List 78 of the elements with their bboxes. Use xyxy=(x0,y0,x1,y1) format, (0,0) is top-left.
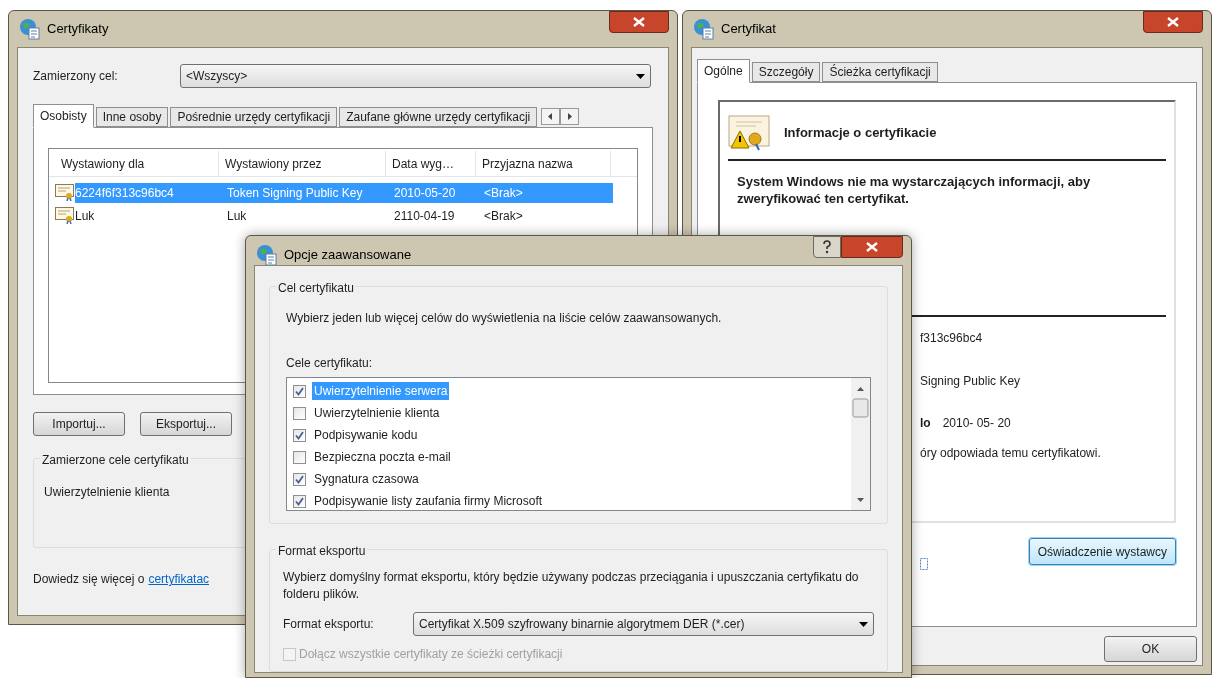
checkbox[interactable] xyxy=(293,384,306,398)
field-value: 2010- 05- 20 xyxy=(942,415,1011,432)
certificate-warning-icon xyxy=(728,115,770,151)
checkmark-icon xyxy=(295,386,304,396)
list-label: Cele certyfikatu: xyxy=(286,355,374,372)
list-item[interactable]: Sygnatura czasowa xyxy=(312,470,421,488)
button[interactable]: Eksportuj... xyxy=(140,412,232,436)
dropdown[interactable]: <Wszyscy> xyxy=(180,64,651,88)
window-title: Certyfikat xyxy=(721,20,776,39)
close-button[interactable] xyxy=(841,236,903,258)
field-value: f313c96bc4 xyxy=(920,330,983,347)
table-cell-text: <Brak> xyxy=(483,207,524,225)
close-button[interactable] xyxy=(609,11,669,33)
checkbox[interactable] xyxy=(293,472,306,486)
description-text: Wybierz jeden lub więcej celów do wyświetlenia na liście celów zaawansowanych. xyxy=(286,310,723,327)
document-icon xyxy=(920,558,928,570)
close-icon xyxy=(1167,17,1179,27)
globe-icon xyxy=(693,18,715,40)
field-label: lo xyxy=(920,415,931,432)
checkbox[interactable] xyxy=(293,406,306,420)
certificate-row[interactable]: Luk Luk 2110-04-19 <Brak> xyxy=(75,205,613,226)
warning-text: System Windows nie ma wystarczających informacji, aby zweryfikować ten certyfikat. xyxy=(737,173,1092,207)
tab-scroll-arrows-icon xyxy=(541,108,580,125)
table-cell-text: Token Signing Public Key xyxy=(226,184,364,202)
dropdown-arrow-icon xyxy=(859,621,868,627)
table-cell-text: Luk xyxy=(226,207,248,225)
tab[interactable]: Inne osoby xyxy=(95,107,169,127)
tab[interactable]: Osobisty xyxy=(33,104,94,128)
window-title: Opcje zaawansowane xyxy=(284,246,412,265)
tab[interactable]: Szczegóły xyxy=(751,62,821,82)
close-button[interactable] xyxy=(1143,11,1203,33)
button[interactable]: Importuj... xyxy=(33,412,125,436)
table-cell-text: Luk xyxy=(75,207,96,225)
window-title: Certyfikaty xyxy=(47,20,109,39)
purpose-text: Uwierzytelnienie klienta xyxy=(44,484,170,501)
checkmark-icon xyxy=(295,474,304,484)
section-title: Informacje o certyfikacie xyxy=(784,124,937,143)
table-cell-text: 2110-04-19 xyxy=(393,207,456,225)
dropdown[interactable]: Certyfikat X.509 szyfrowany binarnie algorytmem DER (*.cer) xyxy=(413,612,874,636)
button[interactable]: OK xyxy=(1104,636,1197,662)
help-button[interactable] xyxy=(813,236,841,258)
checkmark-icon xyxy=(295,496,304,506)
question-mark-icon xyxy=(822,240,832,254)
checkbox[interactable] xyxy=(293,428,306,442)
column-header[interactable]: Przyjazna nazwa xyxy=(476,151,611,176)
checkbox-label: Dołącz wszystkie certyfikaty ze ścieżki certyfikacji xyxy=(299,646,563,663)
field-label: Format eksportu: xyxy=(283,616,375,633)
table-cell-text: 6224f6f313c96bc4 xyxy=(75,184,175,202)
certificate-icon xyxy=(55,184,75,201)
tab[interactable]: Pośrednie urzędy certyfikacji xyxy=(170,107,338,127)
close-icon xyxy=(866,242,878,252)
field-value: Signing Public Key xyxy=(920,373,1021,390)
footer-text: Dowiedz się więcej o xyxy=(33,571,145,588)
list-item[interactable]: Podpisywanie kodu xyxy=(312,426,420,444)
list-item[interactable]: Podpisywanie listy zaufania firmy Microsoft xyxy=(312,492,545,510)
column-header[interactable]: Data wyg… xyxy=(386,151,476,176)
column-header[interactable]: Wystawiony przez xyxy=(219,151,386,176)
checkbox[interactable] xyxy=(293,450,306,464)
tab[interactable]: Ścieżka certyfikacji xyxy=(822,62,938,82)
globe-icon xyxy=(256,244,278,266)
field-value: óry odpowiada temu certyfikatowi. xyxy=(920,445,1101,462)
field-label: Zamierzony cel: xyxy=(33,68,119,85)
dropdown-arrow-icon xyxy=(636,73,645,79)
tab[interactable]: Ogólne xyxy=(697,59,750,83)
checkbox[interactable] xyxy=(293,494,306,508)
tab[interactable]: Zaufane główne urzędy certyfikacji xyxy=(339,107,538,127)
list-item[interactable]: Bezpieczna poczta e-mail xyxy=(312,448,453,466)
list-item[interactable]: Uwierzytelnienie klienta xyxy=(312,404,442,422)
checkmark-icon xyxy=(295,430,304,440)
close-icon xyxy=(633,17,645,27)
certificate-icon xyxy=(55,207,75,224)
table-cell-text: 2010-05-20 xyxy=(393,184,457,202)
issuer-statement-button[interactable]: Oświadczenie wystawcy xyxy=(1028,538,1176,565)
column-header[interactable]: Wystawiony dla xyxy=(49,151,219,176)
globe-icon xyxy=(19,18,41,40)
table-cell-text: <Brak> xyxy=(483,184,524,202)
description-text: Wybierz domyślny format eksportu, który będzie używany podczas przeciągania i upuszczania certyfikatu do folderu plików. xyxy=(283,569,860,603)
certificates-link[interactable]: certyfikatac xyxy=(148,570,210,588)
